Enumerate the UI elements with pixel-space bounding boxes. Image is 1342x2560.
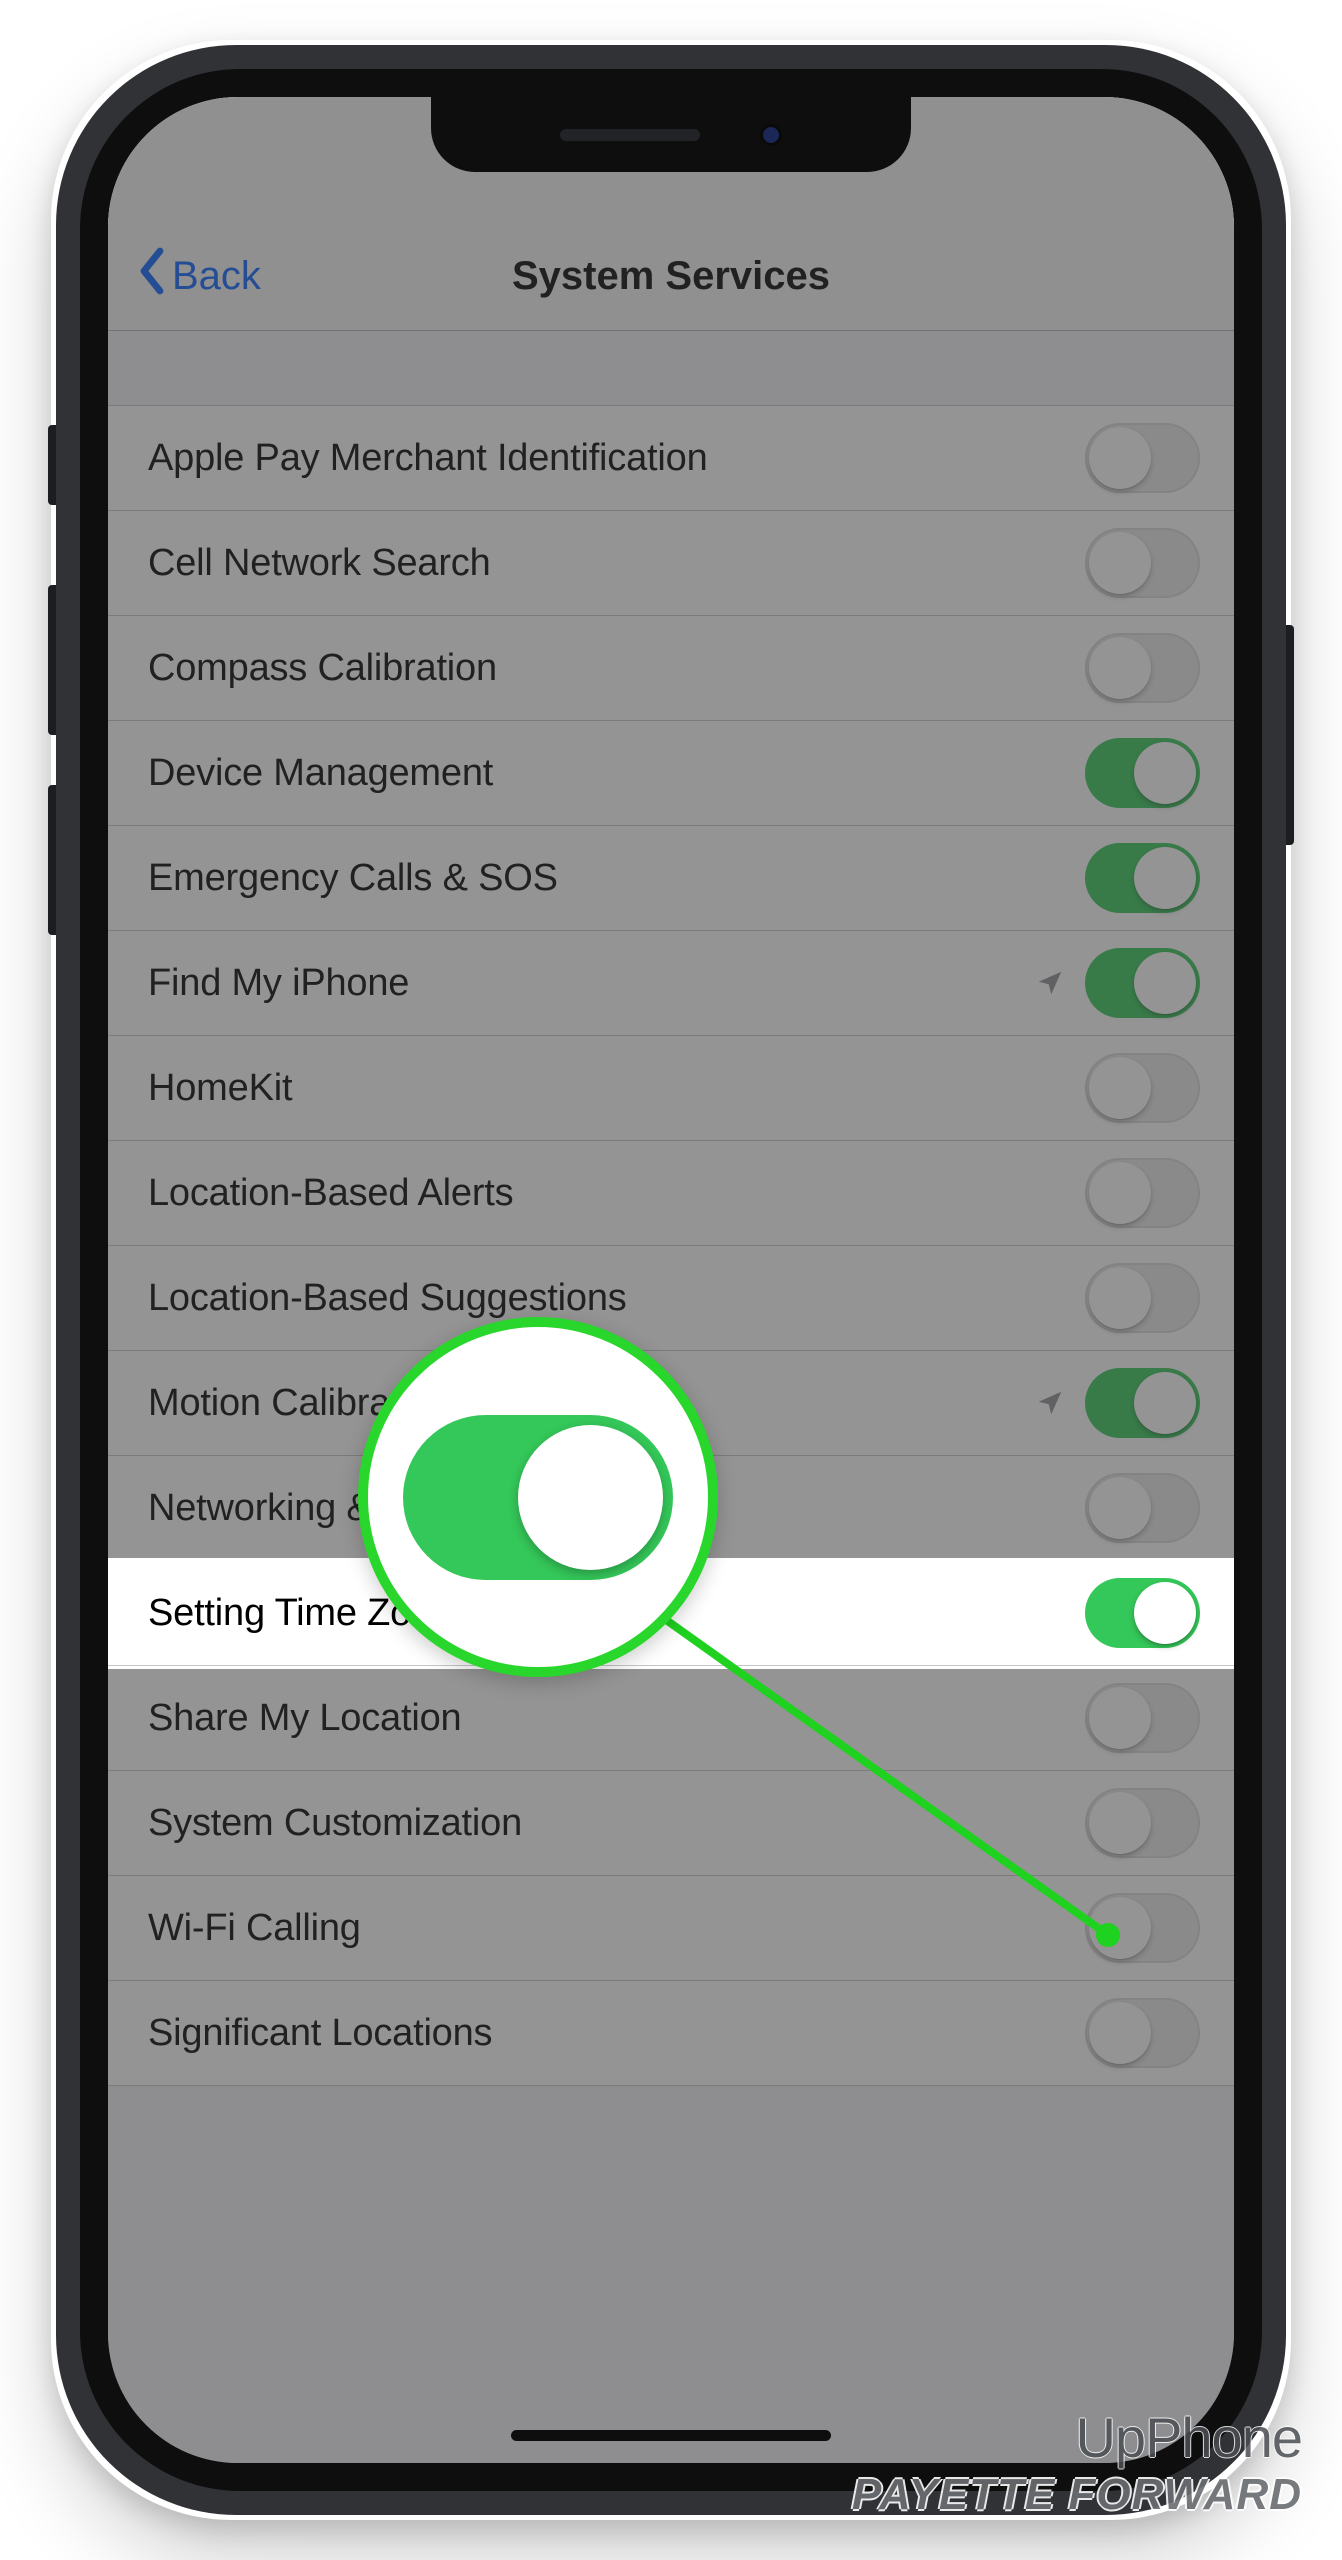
back-button[interactable]: Back (138, 247, 261, 305)
toggle-knob (1089, 532, 1151, 594)
location-arrow-icon (1035, 968, 1065, 998)
toggle-knob (1089, 2002, 1151, 2064)
settings-row: Cell Network Search (108, 511, 1234, 616)
magnified-toggle-on (403, 1415, 673, 1580)
row-label: Share My Location (148, 1697, 1085, 1740)
earpiece-speaker (560, 129, 700, 141)
row-label: Device Management (148, 752, 1085, 795)
toggle-switch[interactable] (1085, 1578, 1200, 1648)
toggle-knob (1134, 1582, 1196, 1644)
toggle-knob (1134, 952, 1196, 1014)
toggle-knob (1089, 1267, 1151, 1329)
row-label: Location-Based Alerts (148, 1172, 1085, 1215)
toggle-switch[interactable] (1085, 843, 1200, 913)
toggle-switch[interactable] (1085, 1998, 1200, 2068)
magnified-toggle-knob (518, 1425, 663, 1570)
toggle-knob (1089, 1687, 1151, 1749)
volume-up-button (48, 585, 56, 735)
row-label: Compass Calibration (148, 647, 1085, 690)
volume-down-button (48, 785, 56, 935)
toggle-knob (1089, 1162, 1151, 1224)
toggle-knob (1089, 1792, 1151, 1854)
settings-row: Location-Based Suggestions (108, 1246, 1234, 1351)
toggle-knob (1089, 1897, 1151, 1959)
settings-row: Apple Pay Merchant Identification (108, 406, 1234, 511)
phone-frame: Back System Services Apple Pay Merchant … (56, 45, 1286, 2515)
row-label: Location-Based Suggestions (148, 1277, 1085, 1320)
row-label: Cell Network Search (148, 542, 1085, 585)
toggle-switch[interactable] (1085, 1788, 1200, 1858)
toggle-switch[interactable] (1085, 633, 1200, 703)
toggle-switch[interactable] (1085, 1158, 1200, 1228)
toggle-knob (1089, 1057, 1151, 1119)
section-spacer (108, 331, 1234, 406)
toggle-switch[interactable] (1085, 738, 1200, 808)
settings-row: Find My iPhone (108, 931, 1234, 1036)
settings-row: Wi-Fi Calling (108, 1876, 1234, 1981)
toggle-knob (1089, 1477, 1151, 1539)
front-camera (760, 124, 782, 146)
settings-screen: Back System Services Apple Pay Merchant … (108, 97, 1234, 2463)
toggle-switch[interactable] (1085, 1263, 1200, 1333)
page-title: System Services (108, 254, 1234, 299)
phone-bezel: Back System Services Apple Pay Merchant … (80, 69, 1262, 2491)
phone-screen: Back System Services Apple Pay Merchant … (108, 97, 1234, 2463)
settings-row: Significant Locations (108, 1981, 1234, 2086)
toggle-switch[interactable] (1085, 528, 1200, 598)
toggle-switch[interactable] (1085, 1053, 1200, 1123)
row-label: HomeKit (148, 1067, 1085, 1110)
toggle-knob (1134, 1372, 1196, 1434)
toggle-switch[interactable] (1085, 1683, 1200, 1753)
toggle-knob (1089, 427, 1151, 489)
toggle-switch[interactable] (1085, 948, 1200, 1018)
phone-notch (431, 97, 911, 172)
settings-row: System Customization (108, 1771, 1234, 1876)
settings-row: HomeKit (108, 1036, 1234, 1141)
toggle-switch[interactable] (1085, 423, 1200, 493)
callout-magnifier (358, 1317, 718, 1677)
location-arrow-icon (1035, 1388, 1065, 1418)
mute-switch (48, 425, 56, 505)
settings-row: Location-Based Alerts (108, 1141, 1234, 1246)
toggle-switch[interactable] (1085, 1473, 1200, 1543)
back-label: Back (172, 254, 261, 299)
toggle-knob (1089, 637, 1151, 699)
row-label: Significant Locations (148, 2012, 1085, 2055)
settings-row: Device Management (108, 721, 1234, 826)
toggle-switch[interactable] (1085, 1893, 1200, 1963)
chevron-left-icon (138, 247, 166, 305)
toggle-knob (1134, 742, 1196, 804)
settings-list: Apple Pay Merchant Identification Cell Ne… (108, 406, 1234, 2086)
row-label: Emergency Calls & SOS (148, 857, 1085, 900)
settings-row: Compass Calibration (108, 616, 1234, 721)
settings-row: Share My Location (108, 1666, 1234, 1771)
row-label: System Customization (148, 1802, 1085, 1845)
row-label: Apple Pay Merchant Identification (148, 437, 1085, 480)
row-label: Wi-Fi Calling (148, 1907, 1085, 1950)
settings-row: Emergency Calls & SOS (108, 826, 1234, 931)
row-label: Find My iPhone (148, 962, 1035, 1005)
side-button (1286, 625, 1294, 845)
home-indicator[interactable] (511, 2430, 831, 2441)
toggle-knob (1134, 847, 1196, 909)
toggle-switch[interactable] (1085, 1368, 1200, 1438)
